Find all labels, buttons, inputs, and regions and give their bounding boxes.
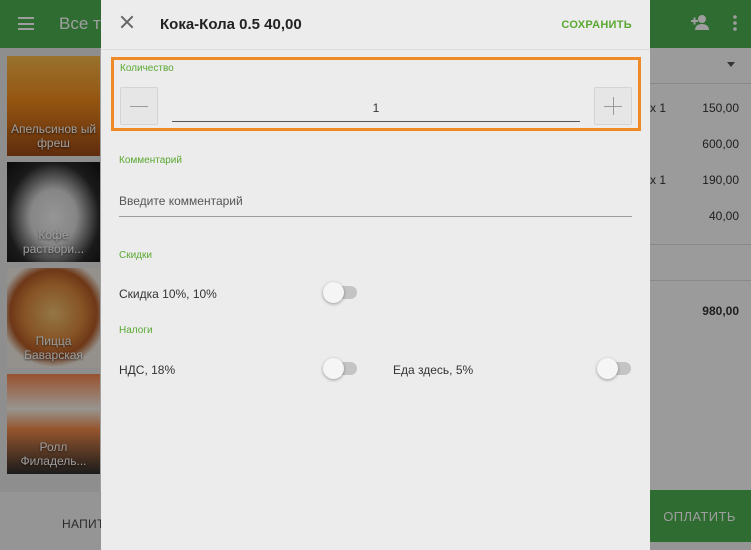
dialog-title: Кока-Кола 0.5 40,00 bbox=[160, 16, 302, 33]
dialog-header: Кока-Кола 0.5 40,00 СОХРАНИТЬ bbox=[101, 0, 650, 50]
discount-toggle[interactable] bbox=[323, 281, 359, 303]
discounts-label: Скидки bbox=[119, 250, 152, 261]
toggle-thumb bbox=[323, 358, 344, 379]
quantity-input[interactable] bbox=[172, 94, 580, 122]
discount-option-label: Скидка 10%, 10% bbox=[119, 287, 217, 301]
toggle-thumb bbox=[597, 358, 618, 379]
save-button[interactable]: СОХРАНИТЬ bbox=[561, 19, 632, 31]
increment-button[interactable] bbox=[594, 87, 632, 125]
quantity-label: Количество bbox=[120, 63, 174, 74]
toggle-thumb bbox=[323, 282, 344, 303]
plus-icon bbox=[604, 97, 622, 115]
tax-option-label-eat-in: Еда здесь, 5% bbox=[393, 363, 474, 377]
minus-icon bbox=[130, 106, 148, 107]
tax-toggle-vat[interactable] bbox=[323, 357, 359, 379]
comment-input[interactable] bbox=[119, 185, 632, 217]
decrement-button[interactable] bbox=[120, 87, 158, 125]
close-icon[interactable] bbox=[120, 15, 134, 29]
quantity-section: Количество bbox=[111, 57, 641, 131]
item-edit-dialog: Кока-Кола 0.5 40,00 СОХРАНИТЬ Количество… bbox=[101, 0, 650, 550]
tax-toggle-eat-in[interactable] bbox=[597, 357, 633, 379]
taxes-label: Налоги bbox=[119, 325, 153, 336]
comment-label: Комментарий bbox=[119, 155, 182, 166]
tax-option-label-vat: НДС, 18% bbox=[119, 363, 176, 377]
